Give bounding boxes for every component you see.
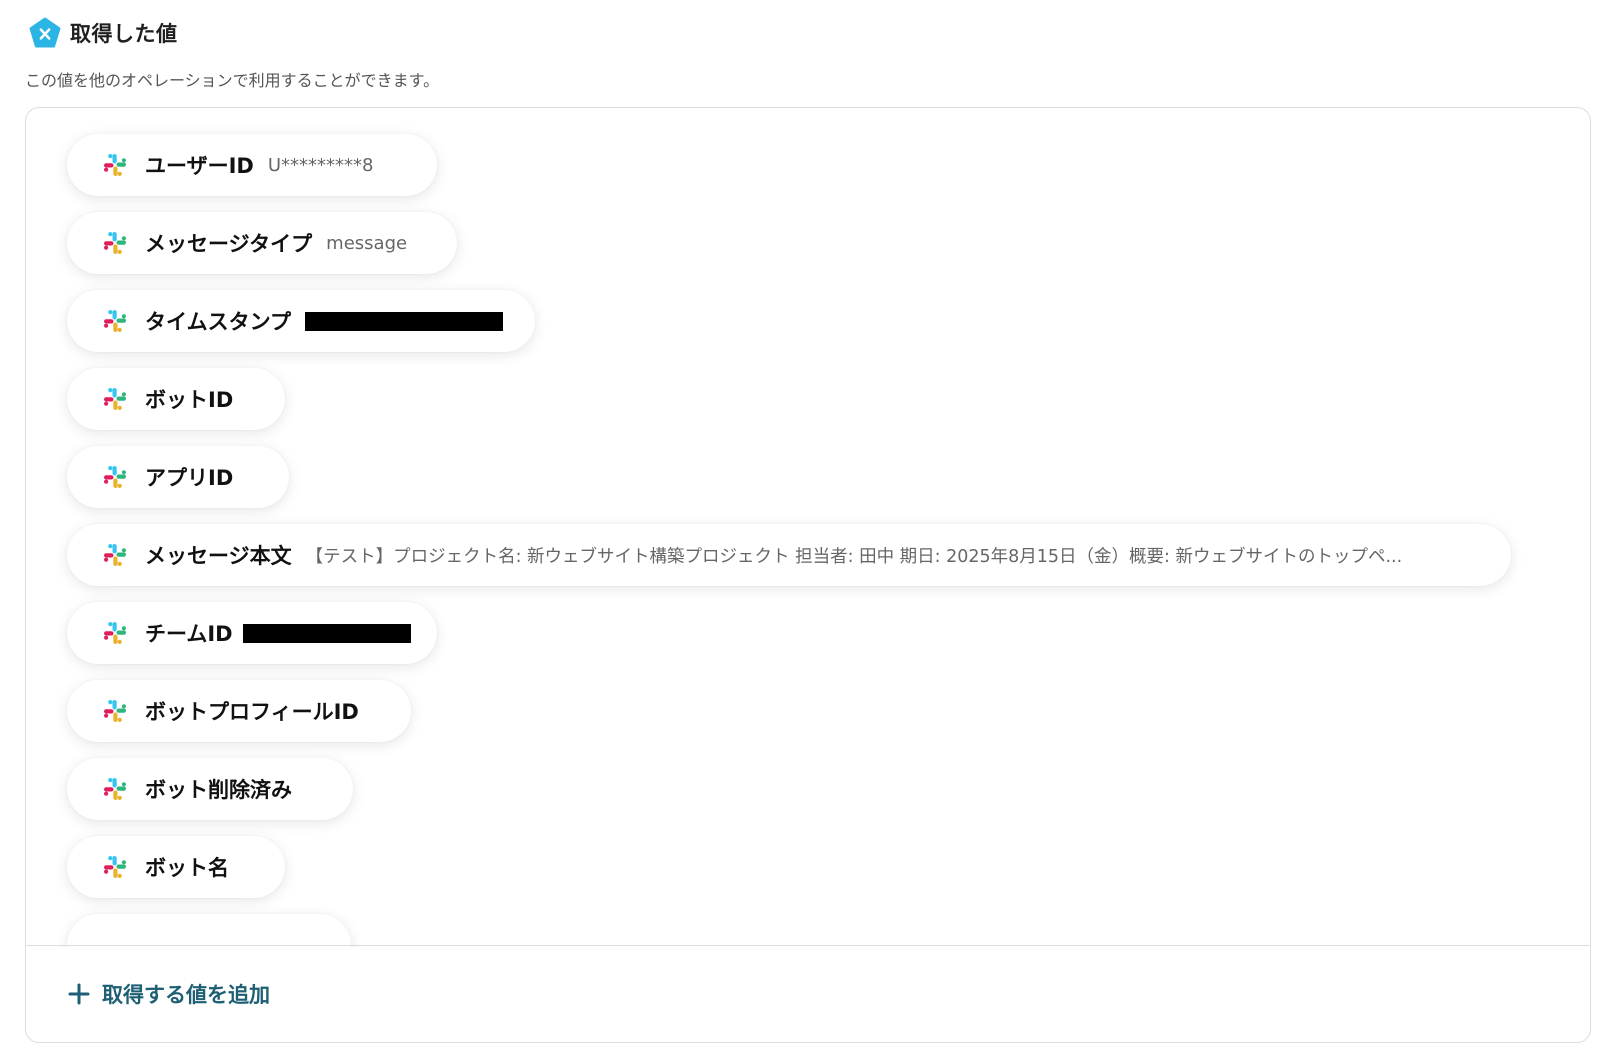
value-item-app-id[interactable]: アプリID <box>67 446 289 508</box>
value-item-message-text[interactable]: メッセージ本文 【テスト】プロジェクト名: 新ウェブサイト構築プロジェクト 担当… <box>67 524 1511 586</box>
value-item-message-type[interactable]: メッセージタイプ message <box>67 212 457 274</box>
value-item-bot-id[interactable]: ボットID <box>67 368 285 430</box>
value-item-partial[interactable] <box>67 914 351 947</box>
value-item-label: メッセージタイプ <box>145 232 313 256</box>
value-item-user-id[interactable]: ユーザーID U*********8 <box>67 134 437 196</box>
add-value-label: 取得する値を追加 <box>102 983 270 1007</box>
value-item-label: ユーザーID <box>145 154 254 178</box>
slack-icon <box>104 154 126 176</box>
slack-icon <box>104 466 126 488</box>
value-item-label: ボットID <box>145 388 234 412</box>
values-list[interactable]: ユーザーID U*********8 メッセージタイプ message タイムス… <box>26 108 1590 947</box>
value-item-label: タイムスタンプ <box>145 310 291 334</box>
redacted-value <box>304 311 503 331</box>
slack-icon <box>104 622 126 644</box>
value-item-value: message <box>326 232 408 254</box>
value-item-label: ボットプロフィールID <box>145 700 359 724</box>
slack-icon <box>104 778 126 800</box>
value-item-label: ボット削除済み <box>145 778 292 802</box>
plus-icon <box>68 983 90 1005</box>
x-variable-icon <box>29 17 61 48</box>
values-panel: ユーザーID U*********8 メッセージタイプ message タイムス… <box>25 107 1591 1043</box>
panel-footer: 取得する値を追加 <box>26 945 1590 1042</box>
slack-icon <box>104 388 126 410</box>
redacted-value <box>242 623 411 643</box>
value-item-label: チームID <box>145 622 233 646</box>
value-item-bot-name[interactable]: ボット名 <box>67 836 285 898</box>
add-value-button[interactable]: 取得する値を追加 <box>68 979 270 1009</box>
section-title: 取得した値 <box>70 22 178 46</box>
value-item-bot-deleted[interactable]: ボット削除済み <box>67 758 353 820</box>
value-item-timestamp[interactable]: タイムスタンプ <box>67 290 535 352</box>
slack-icon <box>104 310 126 332</box>
value-item-value: U*********8 <box>267 154 374 176</box>
section-header: 取得した値 <box>28 17 178 48</box>
value-item-team-id[interactable]: チームID <box>67 602 437 664</box>
slack-icon <box>104 856 126 878</box>
value-item-label: アプリID <box>145 466 234 490</box>
slack-icon <box>104 232 126 254</box>
value-item-label: メッセージ本文 <box>145 544 292 568</box>
slack-icon <box>104 544 126 566</box>
section-description: この値を他のオペレーションで利用することができます。 <box>25 71 440 90</box>
value-item-bot-profile-id[interactable]: ボットプロフィールID <box>67 680 411 742</box>
slack-icon <box>104 700 126 722</box>
value-item-value: 【テスト】プロジェクト名: 新ウェブサイト構築プロジェクト 担当者: 田中 期日… <box>305 546 1403 567</box>
value-item-label: ボット名 <box>145 856 229 880</box>
